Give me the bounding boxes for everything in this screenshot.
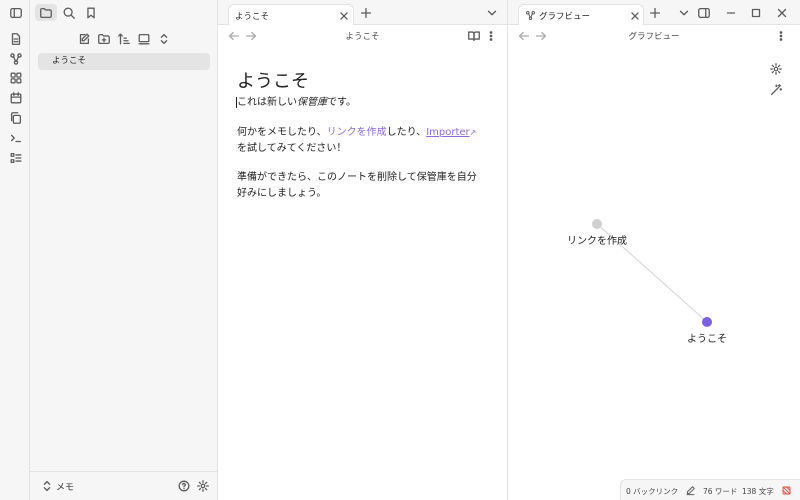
backlinks-count[interactable]: 0 バックリンク	[626, 486, 678, 497]
tab-list-chevron-down-icon[interactable]	[484, 5, 500, 21]
bookmark-icon[interactable]	[83, 5, 99, 21]
edit-pencil-icon[interactable]	[683, 483, 697, 497]
text-emphasis: 保管庫	[297, 97, 327, 108]
folder-icon[interactable]	[38, 5, 54, 21]
tab-bar: ようこそ	[218, 0, 507, 25]
graph-canvas[interactable]	[508, 0, 800, 500]
graph-node-label: ようこそ	[687, 334, 727, 345]
file-explorer-sidebar: ようこそ メモ	[30, 0, 218, 500]
new-folder-icon[interactable]	[96, 31, 112, 47]
text-segment: 何かをメモしたり、	[237, 127, 327, 138]
view-title: ようこそ	[345, 32, 380, 42]
command-palette-icon[interactable]	[8, 130, 24, 146]
graph-node-welcome[interactable]	[702, 317, 712, 327]
external-link[interactable]: Importer	[426, 127, 469, 138]
reading-view-book-icon[interactable]	[466, 28, 482, 44]
expand-collapse-icon[interactable]	[156, 31, 172, 47]
search-icon[interactable]	[61, 5, 77, 21]
note-paragraph-1[interactable]: これは新しい保管庫です。	[236, 95, 482, 111]
text-segment: です。	[327, 97, 356, 108]
note-paragraph-3[interactable]: 準備ができたら、このノートを削除して保管庫を自分好みにしましょう。	[237, 170, 477, 202]
file-item-welcome[interactable]: ようこそ	[38, 53, 210, 70]
daily-note-icon[interactable]	[8, 90, 24, 106]
settings-gear-icon[interactable]	[195, 478, 211, 494]
view-header: ようこそ	[218, 25, 507, 47]
note-paragraph-2[interactable]: 何かをメモしたり、リンクを作成したり、Importer↗ を試してみてください！	[237, 125, 482, 157]
word-count: 76 ワード	[703, 487, 738, 496]
character-count: 138 文字	[742, 487, 774, 496]
canvas-icon[interactable]	[8, 70, 24, 86]
ribbon	[0, 0, 30, 500]
sync-disabled-icon[interactable]	[779, 483, 793, 497]
chevron-updown-icon[interactable]	[39, 478, 55, 494]
collapse-view-icon[interactable]	[136, 31, 152, 47]
tab-title: ようこそ	[235, 12, 270, 22]
new-note-icon[interactable]	[8, 31, 24, 47]
sort-icon[interactable]	[116, 31, 132, 47]
copy-icon[interactable]	[8, 110, 24, 126]
more-options-icon[interactable]	[483, 28, 499, 44]
sidebar-toggle-icon[interactable]	[8, 5, 24, 21]
close-icon[interactable]	[336, 8, 352, 24]
vault-name[interactable]: メモ	[56, 480, 74, 493]
external-link-icon: ↗	[469, 128, 477, 137]
new-note-icon[interactable]	[76, 31, 92, 47]
note-title[interactable]: ようこそ	[237, 67, 309, 93]
bases-icon[interactable]	[8, 150, 24, 166]
internal-link[interactable]: リンクを作成	[327, 127, 387, 138]
editor-pane: ようこそ ようこそ ようこそ これは新しい保管庫です。 何かをメモしたり、リンク…	[218, 0, 508, 500]
vault-switcher-bar: メモ	[30, 471, 218, 500]
graph-pane: グラフビュー グラフビュー リンクを作成 ようこそ	[508, 0, 800, 500]
tab-welcome[interactable]: ようこそ	[228, 4, 354, 25]
text-segment: したり、	[386, 127, 427, 138]
new-tab-plus-icon[interactable]	[358, 5, 374, 21]
help-icon[interactable]	[176, 478, 192, 494]
graph-view-icon[interactable]	[8, 51, 24, 67]
text-segment: を試してみてください！	[237, 143, 347, 154]
text-segment: これは新しい	[237, 97, 297, 108]
graph-node-label: リンクを作成	[567, 236, 627, 247]
graph-node-create-link[interactable]	[592, 219, 602, 229]
status-bar: 0 バックリンク 76 ワード 138 文字	[620, 479, 800, 500]
